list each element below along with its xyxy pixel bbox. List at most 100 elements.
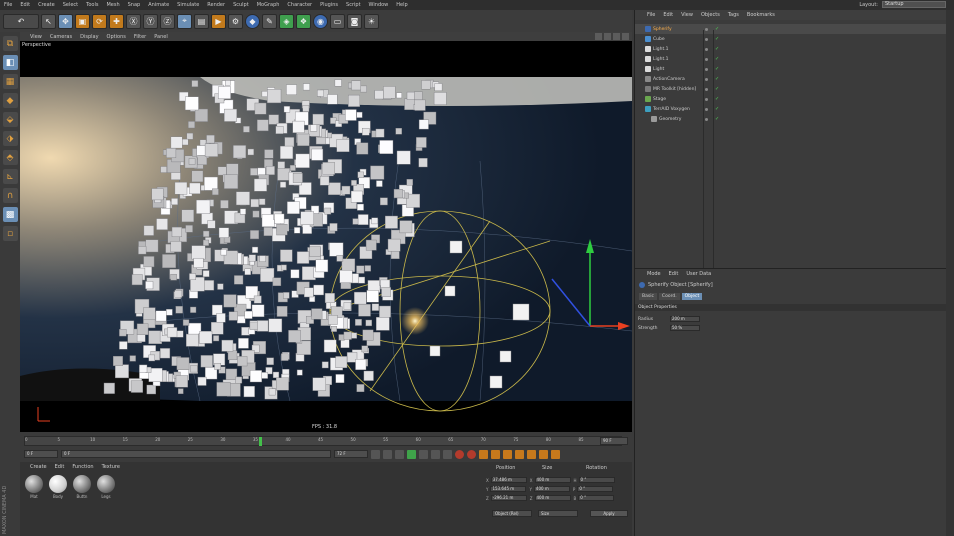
tab-object[interactable]: Object — [681, 293, 703, 300]
enabled-check-icon[interactable]: ✓ — [715, 36, 719, 42]
menu-sculpt[interactable]: Sculpt — [233, 2, 249, 8]
workplane-button[interactable]: ◆ — [2, 93, 18, 108]
rotate-tool-button[interactable]: ⟳ — [92, 13, 107, 29]
enabled-check-icon[interactable]: ✓ — [715, 86, 719, 92]
vp-menu-panel[interactable]: Panel — [154, 34, 168, 40]
radius-field[interactable]: 200 m — [670, 316, 700, 322]
y-axis-button[interactable]: Ⓨ — [143, 13, 158, 29]
object-row[interactable]: Spherify ✓ — [635, 24, 947, 34]
visibility-dot[interactable] — [705, 107, 708, 111]
render-view-button[interactable]: ▤ — [194, 13, 209, 29]
am-menu-edit[interactable]: Edit — [669, 271, 679, 277]
enabled-check-icon[interactable]: ✓ — [715, 46, 719, 52]
layout-select[interactable]: Startup — [882, 1, 946, 8]
object-row[interactable]: Light.1 ✓ — [635, 54, 947, 64]
coordinate-system-button[interactable]: ⌖ — [177, 13, 192, 29]
visibility-dot[interactable] — [705, 77, 708, 81]
apply-button[interactable]: Apply — [590, 510, 628, 517]
material-swatch[interactable]: Mat — [24, 475, 44, 499]
enabled-check-icon[interactable]: ✓ — [715, 76, 719, 82]
workplane-lock-button[interactable]: ▩ — [2, 207, 18, 222]
add-floor-button[interactable]: ▭ — [330, 13, 345, 29]
tab-coord[interactable]: Coord. — [658, 293, 680, 300]
preview-range-slider[interactable]: 0 F — [61, 450, 331, 458]
vp-menu-cameras[interactable]: Cameras — [50, 34, 72, 40]
om-menu-bookmarks[interactable]: Bookmarks — [747, 12, 775, 18]
visibility-dot[interactable] — [705, 37, 708, 41]
enabled-check-icon[interactable]: ✓ — [715, 26, 719, 32]
key-position-button[interactable] — [491, 449, 500, 459]
maximize-icon[interactable] — [622, 33, 629, 40]
add-array-button[interactable]: ❖ — [296, 13, 311, 29]
timeline-menu-button[interactable] — [551, 449, 560, 459]
visibility-dot[interactable] — [705, 67, 708, 71]
end-frame-field[interactable]: 72 F — [334, 450, 368, 458]
key-param-button[interactable] — [527, 449, 536, 459]
scale-tool-button[interactable]: ▣ — [75, 13, 90, 29]
object-row[interactable]: Light ✓ — [635, 64, 947, 74]
pos-y-field[interactable]: 153.645 m — [490, 486, 527, 492]
menu-snap[interactable]: Snap — [128, 2, 141, 8]
undo-button[interactable]: ↶ — [3, 13, 39, 29]
mat-menu-create[interactable]: Create — [30, 464, 47, 470]
am-menu-userdata[interactable]: User Data — [686, 271, 711, 277]
menu-select[interactable]: Select — [63, 2, 78, 8]
rot-h-field[interactable]: 0 ° — [578, 477, 615, 483]
record-button[interactable] — [455, 449, 464, 459]
visibility-dot[interactable] — [705, 47, 708, 51]
add-nurbs-button[interactable]: ◈ — [279, 13, 294, 29]
am-menu-mode[interactable]: Mode — [647, 271, 661, 277]
perspective-viewport[interactable]: Perspective FPS : 31.8 — [20, 41, 632, 432]
menu-mesh[interactable]: Mesh — [106, 2, 119, 8]
goto-end-button[interactable] — [443, 449, 452, 459]
om-menu-file[interactable]: File — [647, 12, 655, 18]
om-menu-tags[interactable]: Tags — [728, 12, 739, 18]
pos-z-field[interactable]: -296.21 m — [490, 495, 527, 501]
menu-help[interactable]: Help — [396, 2, 407, 8]
menu-character[interactable]: Character — [287, 2, 312, 8]
axis-mode-button[interactable]: ⊾ — [2, 169, 18, 184]
vp-menu-options[interactable]: Options — [107, 34, 126, 40]
object-row[interactable]: Geometry ✓ — [635, 114, 947, 124]
render-picture-viewer-button[interactable]: ▶ — [211, 13, 226, 29]
coord-size-select[interactable]: Size — [538, 510, 578, 517]
max-frame-field[interactable]: 90 F — [600, 437, 628, 445]
vp-menu-view[interactable]: View — [30, 34, 42, 40]
timeline-playhead[interactable] — [259, 437, 263, 446]
menu-file[interactable]: File — [4, 2, 12, 8]
keyframe-selection-button[interactable] — [479, 449, 488, 459]
material-swatch[interactable]: Buttn — [72, 475, 92, 499]
om-menu-edit[interactable]: Edit — [663, 12, 673, 18]
key-pla-button[interactable] — [539, 449, 548, 459]
play-button[interactable] — [407, 449, 416, 459]
move-tool-button[interactable]: ✥ — [58, 13, 73, 29]
visibility-dot[interactable] — [705, 27, 708, 31]
enabled-check-icon[interactable]: ✓ — [715, 96, 719, 102]
menu-tools[interactable]: Tools — [86, 2, 98, 8]
edges-mode-button[interactable]: ⬗ — [2, 131, 18, 146]
visibility-dot[interactable] — [705, 117, 708, 121]
pos-x-field[interactable]: 37.486 m — [490, 477, 527, 483]
start-frame-field[interactable]: 0 F — [24, 450, 58, 458]
prev-key-button[interactable] — [383, 449, 392, 459]
live-selection-button[interactable]: ↖ — [41, 13, 56, 29]
visibility-dot[interactable] — [705, 57, 708, 61]
pan-icon[interactable] — [595, 33, 602, 40]
mat-menu-texture[interactable]: Texture — [102, 464, 120, 470]
enabled-check-icon[interactable]: ✓ — [715, 66, 719, 72]
menu-mograph[interactable]: MoGraph — [257, 2, 280, 8]
next-frame-button[interactable] — [419, 449, 428, 459]
next-key-button[interactable] — [431, 449, 440, 459]
om-menu-view[interactable]: View — [681, 12, 693, 18]
menu-animate[interactable]: Animate — [148, 2, 169, 8]
add-deformer-button[interactable]: ◉ — [313, 13, 328, 29]
add-camera-button[interactable]: ◙ — [347, 13, 362, 29]
last-tool-button[interactable]: ✚ — [109, 13, 124, 29]
menu-edit[interactable]: Edit — [20, 2, 30, 8]
render-settings-button[interactable]: ⚙ — [228, 13, 243, 29]
visibility-dot[interactable] — [705, 97, 708, 101]
key-scale-button[interactable] — [503, 449, 512, 459]
menu-plugins[interactable]: Plugins — [320, 2, 338, 8]
add-cube-button[interactable]: ◆ — [245, 13, 260, 29]
x-axis-button[interactable]: Ⓧ — [126, 13, 141, 29]
